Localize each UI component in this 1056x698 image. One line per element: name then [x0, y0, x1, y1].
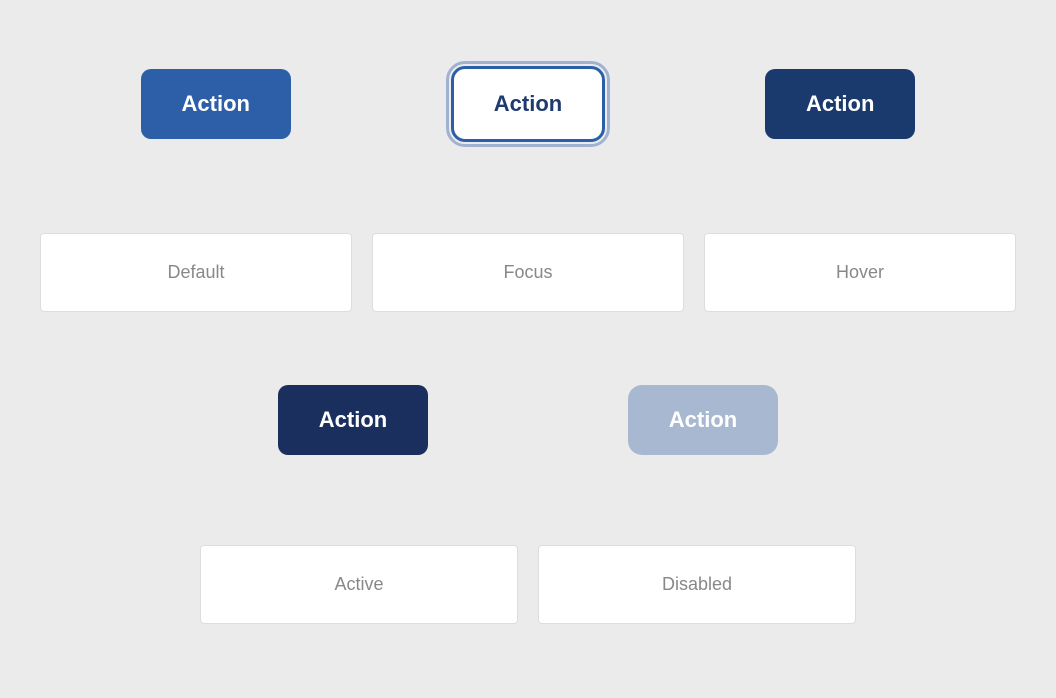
focus-label: Focus [372, 233, 684, 312]
default-button[interactable]: Action [141, 69, 291, 139]
row-4-labels: Active Disabled [200, 545, 856, 624]
disabled-label: Disabled [538, 545, 856, 624]
row-2-labels: Default Focus Hover [40, 233, 1016, 312]
disabled-button: Action [628, 385, 778, 455]
row-3-buttons: Action Action [0, 385, 1056, 455]
default-label: Default [40, 233, 352, 312]
row-1-buttons: Action Action Action [0, 66, 1056, 142]
main-canvas: Action Action Action Default Focus Hover… [0, 0, 1056, 698]
hover-button[interactable]: Action [765, 69, 915, 139]
active-label: Active [200, 545, 518, 624]
active-button[interactable]: Action [278, 385, 428, 455]
hover-label: Hover [704, 233, 1016, 312]
focus-button[interactable]: Action [451, 66, 605, 142]
